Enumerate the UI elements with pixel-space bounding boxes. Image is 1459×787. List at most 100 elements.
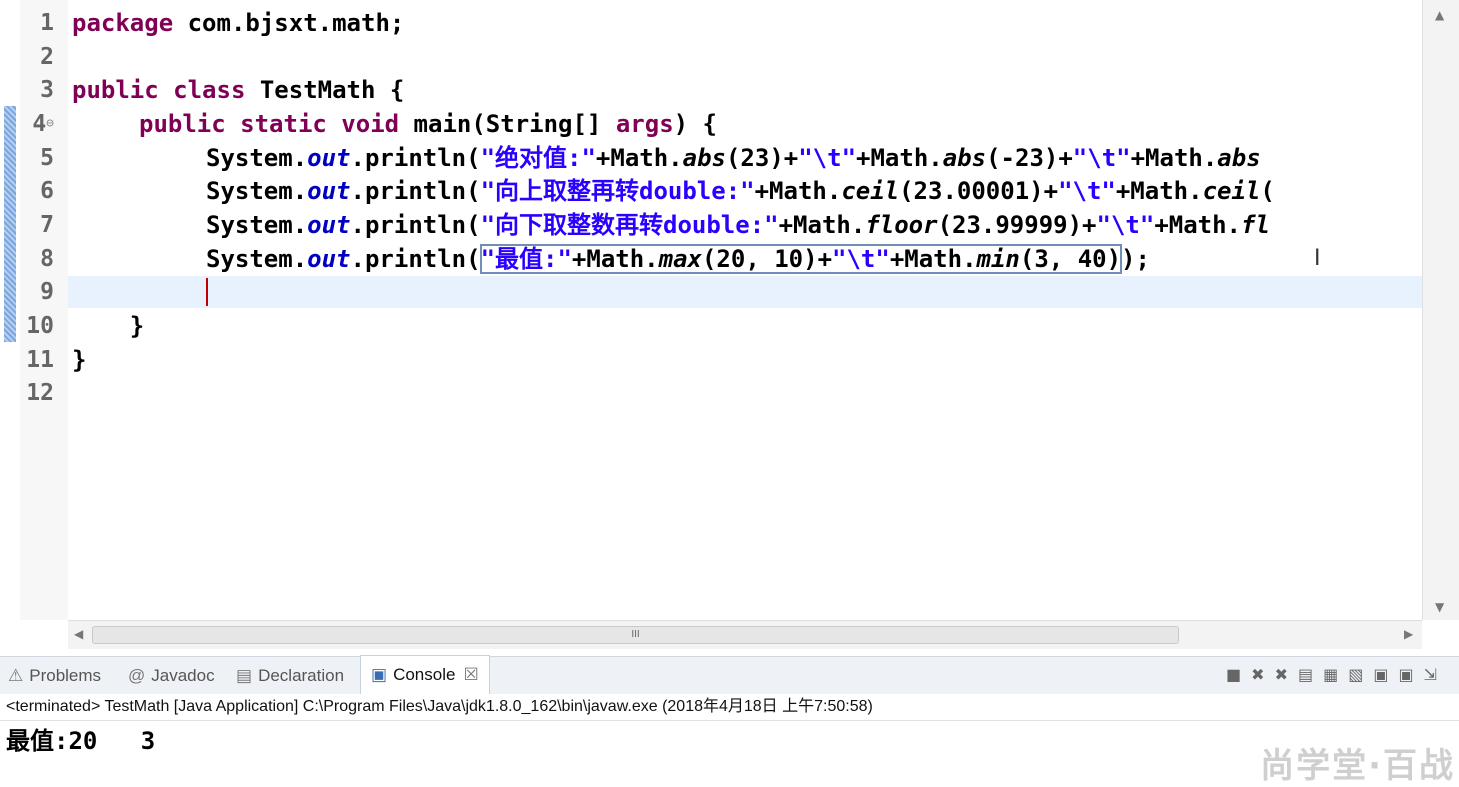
console-output[interactable]: 最值:20 3 [6,724,155,758]
console-toolbar: ■✖✖▤▦▧▣▣⇲ [1226,665,1447,684]
bottom-panel-tabs: ⚠ Problems @ Javadoc ▤ Declaration ▣ Console… [0,655,1459,695]
change-marker [4,106,16,342]
string-literal: "绝对值:" [480,144,596,172]
line-number: 10 [26,313,54,339]
code-line[interactable]: System.out.println("最值:"+Math.max(20, 10… [206,242,1150,276]
code-text: com.bjsxt.math; [173,9,405,37]
keyword: args [615,110,674,138]
string-literal: "\t" [1072,144,1131,172]
code-text: +Math. [1115,177,1203,205]
code-text: main(String[] [399,110,616,138]
code-text: +Math. [889,245,977,273]
line-number: 7 [40,212,54,238]
horizontal-scrollbar[interactable]: ◀ III ▶ [68,620,1422,649]
code-text: (23.99999)+ [937,211,1097,239]
console-icon: ▣ [371,665,388,684]
code-line[interactable]: package com.bjsxt.math; [72,6,404,40]
scroll-lock-icon[interactable]: ▦ [1323,665,1348,684]
text-caret [206,278,208,306]
static-field: out [307,177,351,205]
code-text: +Math. [778,211,866,239]
fold-collapse-icon[interactable]: ⊖ [46,116,54,131]
static-field: out [307,245,351,273]
current-line-highlight [68,276,1422,308]
code-line[interactable]: public static void main(String[] args) { [139,107,717,141]
ibeam-cursor-icon: I [1314,246,1321,271]
selected-argument[interactable]: "最值:"+Math.max(20, 10)+"\t"+Math.min(3, … [479,244,1123,274]
method-name: fl [1241,211,1270,239]
vertical-scrollbar[interactable]: ▲ ▼ [1422,0,1459,620]
code-text: (-23)+ [986,144,1073,172]
code-text: System. [206,144,308,172]
code-text: .println( [350,144,481,172]
method-name: abs [682,144,726,172]
code-text: ); [1121,245,1150,273]
watermark-logo: 尚学堂·百战 [1260,746,1455,786]
line-number: 11 [26,347,54,373]
terminate-icon[interactable]: ■ [1226,665,1251,684]
method-name: ceil [841,177,900,205]
code-text: (3, 40) [1019,245,1122,273]
code-text: ( [1260,177,1275,205]
tab-declaration[interactable]: ▤ Declaration [236,657,344,695]
declaration-icon: ▤ [236,666,253,685]
code-line[interactable]: System.out.println("向下取整数再转double:"+Math… [206,208,1270,242]
method-name: min [976,245,1020,273]
code-text: +Math. [1154,211,1242,239]
string-literal: "向下取整数再转double:" [480,211,779,239]
code-text: System. [206,245,308,273]
clear-console-icon[interactable]: ▤ [1298,665,1323,684]
code-editor[interactable]: 1 2 3 4⊖ 5 6 7 8 9 10 11 12 package com.… [0,0,1459,650]
scroll-left-icon[interactable]: ◀ [74,627,83,641]
remove-launch-icon[interactable]: ✖ [1251,665,1274,684]
method-name: abs [942,144,987,172]
tab-console[interactable]: ▣ Console ☒ [360,655,490,694]
code-line[interactable]: System.out.println("绝对值:"+Math.abs(23)+"… [206,141,1261,175]
string-literal: "向上取整再转double:" [480,177,755,205]
pin-console-icon[interactable]: ⇲ [1424,665,1447,684]
javadoc-icon: @ [128,666,146,685]
scroll-up-icon[interactable]: ▲ [1435,8,1444,22]
method-name: abs [1217,144,1261,172]
line-number: 1 [40,10,54,36]
code-text: (23.00001)+ [899,177,1059,205]
scroll-right-icon[interactable]: ▶ [1404,627,1413,641]
show-on-output-icon[interactable]: ▣ [1373,665,1398,684]
line-number: 8 [40,246,54,272]
static-field: out [307,211,351,239]
code-text: +Math. [856,144,943,172]
show-on-error-icon[interactable]: ▣ [1398,665,1423,684]
word-wrap-icon[interactable]: ▧ [1348,665,1373,684]
code-text: +Math. [595,144,683,172]
string-literal: "\t" [1096,211,1155,239]
code-line[interactable]: public class TestMath { [72,73,404,107]
console-status-line: <terminated> TestMath [Java Application]… [0,694,1459,721]
code-line[interactable]: System.out.println("向上取整再转double:" +Math.… [206,174,1275,208]
code-text: .println( [350,211,481,239]
code-text: System. [206,177,308,205]
remove-all-icon[interactable]: ✖ [1275,665,1298,684]
keyword: public class [72,76,246,104]
code-text: .println( [350,177,481,205]
code-text: ) { [673,110,717,138]
code-text: +Math. [1130,144,1218,172]
horizontal-scroll-thumb[interactable]: III [92,626,1179,644]
method-name: floor [865,211,938,239]
overview-ruler [0,0,20,620]
code-text: (20, 10)+ [701,245,833,273]
method-name: max [658,245,702,273]
tab-problems[interactable]: ⚠ Problems [8,657,101,695]
code-text: System. [206,211,308,239]
code-line[interactable]: } [72,309,144,343]
method-name: ceil [1202,177,1261,205]
problems-icon: ⚠ [8,666,24,685]
code-line[interactable]: } [72,343,86,377]
tab-javadoc[interactable]: @ Javadoc [128,657,215,695]
line-number: 6 [40,178,54,204]
scroll-down-icon[interactable]: ▼ [1435,600,1444,614]
close-tab-icon[interactable]: ☒ [463,665,478,684]
line-number: 4⊖ [32,111,54,137]
static-field: out [307,144,351,172]
string-literal: "\t" [1058,177,1116,205]
code-text: .println( [350,245,481,273]
